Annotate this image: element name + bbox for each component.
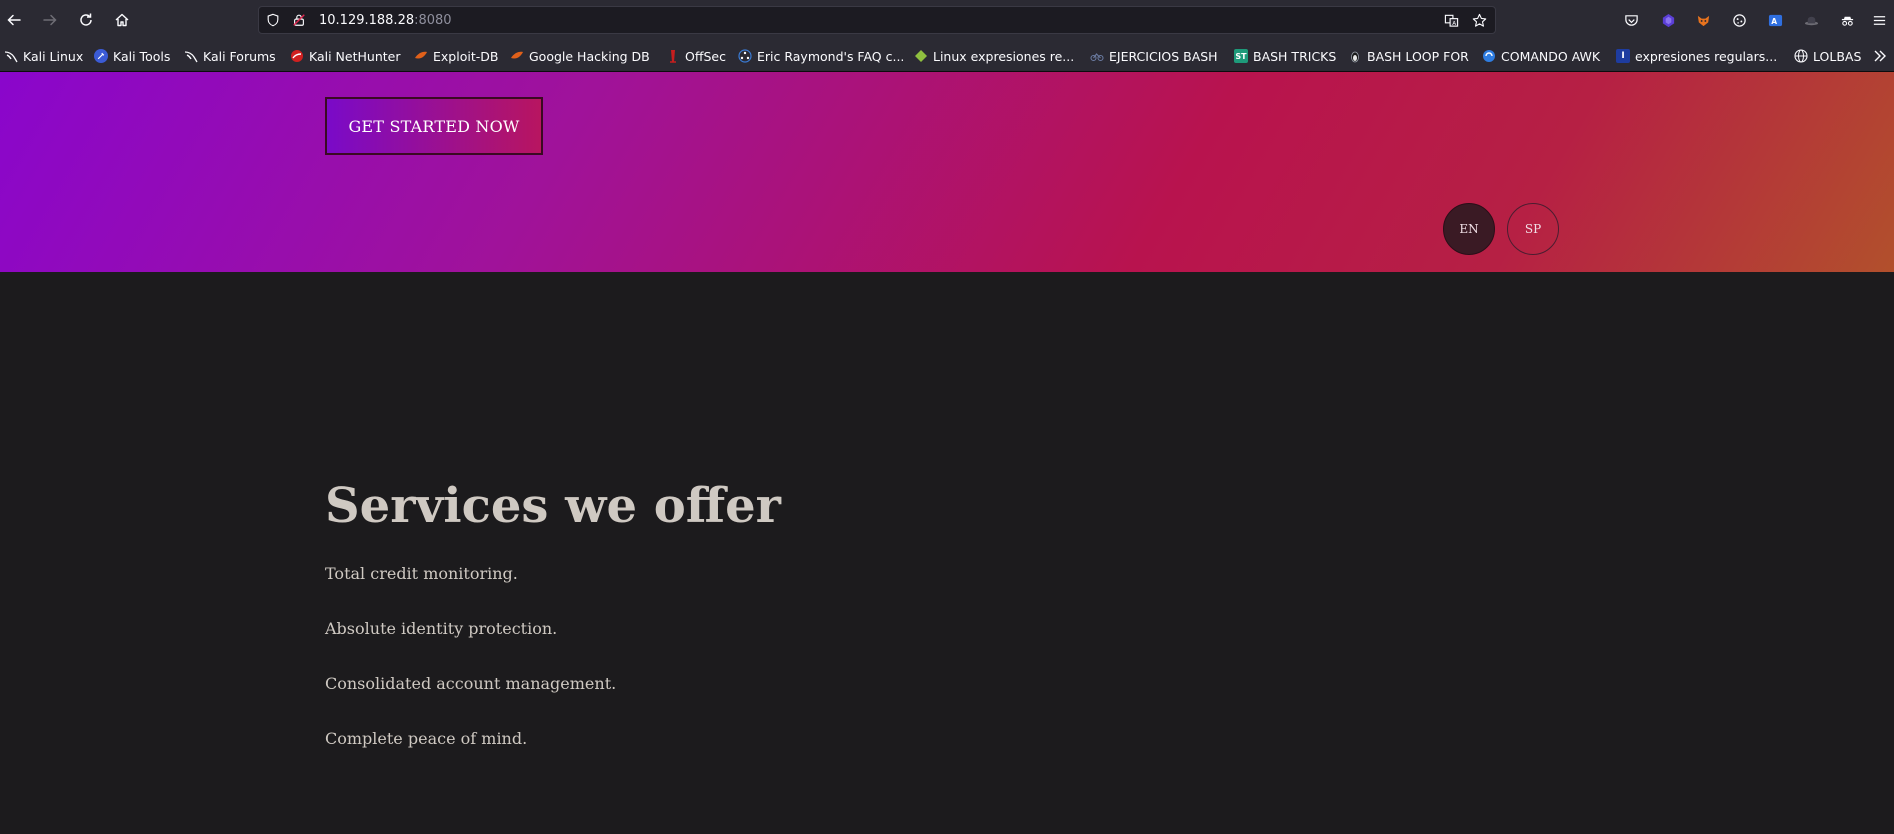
bookmark-eric-raymond-faq[interactable]: Eric Raymond's FAQ c... xyxy=(738,47,904,65)
bookmark-label: LOLBAS xyxy=(1813,48,1862,64)
bookmark-label: Exploit-DB xyxy=(433,48,499,64)
address-bar[interactable]: 10.129.188.28:8080 A xyxy=(258,6,1496,34)
forward-button[interactable] xyxy=(38,8,62,32)
bookmark-label: Linux expresiones re... xyxy=(933,48,1075,64)
sti-icon: ST xyxy=(1234,49,1248,63)
spy-extension-icon[interactable] xyxy=(1838,11,1856,29)
language-en-button[interactable]: EN xyxy=(1443,203,1495,255)
bookmark-ejercicios-bash[interactable]: EJERCICIOS BASH xyxy=(1090,47,1218,65)
service-item: Complete peace of mind. xyxy=(325,729,528,748)
bookmark-exploit-db[interactable]: Exploit-DB xyxy=(414,47,498,65)
bookmark-kali-tools[interactable]: Kali Tools xyxy=(94,47,170,65)
bookmarks-overflow-button[interactable] xyxy=(1872,47,1888,65)
i-logo-icon: I xyxy=(1616,49,1630,63)
url-port: :8080 xyxy=(414,13,452,28)
bookmark-label: BASH LOOP FOR xyxy=(1367,48,1469,64)
language-sp-button[interactable]: SP xyxy=(1507,203,1559,255)
bookmark-label: Eric Raymond's FAQ c... xyxy=(757,48,905,64)
bookmark-comando-awk[interactable]: COMANDO AWK xyxy=(1482,47,1600,65)
circle-logo-icon xyxy=(1482,49,1496,63)
bike-icon xyxy=(1090,49,1104,63)
bookmark-kali-forums[interactable]: Kali Forums xyxy=(184,47,276,65)
get-started-button[interactable]: GET STARTED NOW xyxy=(325,97,543,155)
bookmark-offsec[interactable]: OffSec xyxy=(666,47,726,65)
bookmark-label: Kali NetHunter xyxy=(309,48,401,64)
bookmark-label: BASH TRICKS xyxy=(1253,48,1337,64)
svg-text:A: A xyxy=(1771,16,1777,25)
bookmark-linux-expresiones[interactable]: Linux expresiones re... xyxy=(914,47,1074,65)
diamond-icon xyxy=(914,49,928,63)
bookmarks-toolbar: Kali Linux Kali Tools Kali Forums Kali N… xyxy=(0,40,1894,72)
pocket-icon[interactable] xyxy=(1622,11,1640,29)
reload-icon xyxy=(80,13,92,26)
hero-section: GET STARTED NOW EN SP xyxy=(0,72,1894,272)
hacker-emblem-icon xyxy=(738,49,752,63)
insecure-lock-icon[interactable] xyxy=(291,12,307,28)
kali-dragon-icon xyxy=(4,49,18,63)
bookmark-label: expresiones regulars... xyxy=(1635,48,1778,64)
kali-dragon-icon xyxy=(184,49,198,63)
bookmark-lolbas[interactable]: LOLBAS xyxy=(1794,47,1861,65)
penguin-icon xyxy=(1348,49,1362,63)
services-section: Services we offer Total credit monitorin… xyxy=(0,272,1894,834)
service-item: Absolute identity protection. xyxy=(325,619,558,638)
reload-button[interactable] xyxy=(74,8,98,32)
bookmark-kali-nethunter[interactable]: Kali NetHunter xyxy=(290,47,400,65)
home-icon xyxy=(115,13,129,27)
url-host: 10.129.188.28 xyxy=(319,13,415,28)
back-button[interactable] xyxy=(2,8,26,32)
globe-icon xyxy=(1794,49,1808,63)
back-arrow-icon xyxy=(7,14,21,26)
foxyproxy-icon[interactable] xyxy=(1694,11,1712,29)
app-menu-button[interactable] xyxy=(1870,11,1888,29)
nethunter-icon xyxy=(290,49,304,63)
bookmark-label: Kali Tools xyxy=(113,48,171,64)
svg-text:A: A xyxy=(1452,21,1456,27)
bookmark-label: Kali Linux xyxy=(23,48,84,64)
offsec-icon xyxy=(666,49,680,63)
exploitdb-icon xyxy=(414,49,428,63)
bookmark-label: OffSec xyxy=(685,48,726,64)
bookmark-label: EJERCICIOS BASH xyxy=(1109,48,1218,64)
url-text[interactable]: 10.129.188.28:8080 xyxy=(319,13,452,28)
home-button[interactable] xyxy=(110,8,134,32)
bookmark-kali-linux[interactable]: Kali Linux xyxy=(4,47,83,65)
hamburger-menu-icon xyxy=(1873,15,1885,25)
bookmark-star-icon[interactable] xyxy=(1471,12,1487,28)
service-item: Total credit monitoring. xyxy=(325,564,518,583)
bookmark-label: Kali Forums xyxy=(203,48,276,64)
browser-toolbar: 10.129.188.28:8080 A A xyxy=(0,0,1894,40)
bookmark-label: COMANDO AWK xyxy=(1501,48,1601,64)
bookmark-expresiones-regulars[interactable]: I expresiones regulars... xyxy=(1616,47,1777,65)
services-heading: Services we offer xyxy=(325,478,781,534)
bookmark-label: Google Hacking DB xyxy=(529,48,650,64)
service-item: Consolidated account management. xyxy=(325,674,617,693)
bookmark-bash-loop-for[interactable]: BASH LOOP FOR xyxy=(1348,47,1469,65)
translate-icon[interactable]: A xyxy=(1443,12,1459,28)
chevron-double-right-icon xyxy=(1874,50,1886,62)
kali-tools-icon xyxy=(94,49,108,63)
bookmark-google-hacking-db[interactable]: Google Hacking DB xyxy=(510,47,650,65)
bookmark-bash-tricks[interactable]: ST BASH TRICKS xyxy=(1234,47,1336,65)
translator-extension-icon[interactable]: A xyxy=(1766,11,1784,29)
extension-purple-icon[interactable] xyxy=(1659,11,1677,29)
forward-arrow-icon xyxy=(43,14,57,26)
cookie-editor-icon[interactable] xyxy=(1730,11,1748,29)
tracking-protection-shield-icon[interactable] xyxy=(265,12,281,28)
ghdb-icon xyxy=(510,49,524,63)
hat-extension-icon[interactable] xyxy=(1802,11,1820,29)
